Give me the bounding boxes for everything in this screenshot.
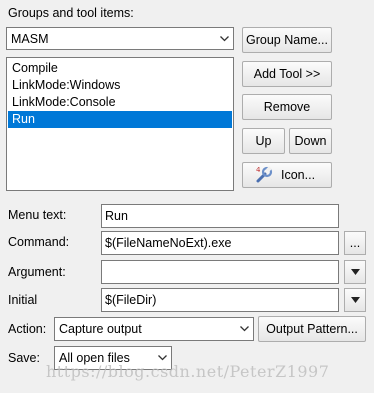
group-select-value: MASM: [11, 31, 49, 46]
action-select-value: Capture output: [59, 322, 142, 336]
list-item[interactable]: LinkMode:Console: [8, 94, 232, 111]
initial-dropdown-button[interactable]: [344, 288, 366, 312]
command-label: Command:: [8, 235, 70, 249]
command-browse-button[interactable]: ...: [344, 231, 366, 255]
save-label: Save:: [8, 351, 40, 365]
add-tool-button[interactable]: Add Tool >>: [242, 61, 332, 87]
chevron-down-icon: [350, 297, 360, 303]
initial-field[interactable]: $(FileDir): [101, 288, 339, 312]
chevron-down-icon: [158, 355, 167, 361]
remove-button[interactable]: Remove: [242, 94, 332, 120]
command-field[interactable]: $(FileNameNoExt).exe: [101, 231, 339, 255]
up-button[interactable]: Up: [242, 128, 285, 154]
list-item-selected[interactable]: Run: [8, 111, 232, 128]
group-name-button[interactable]: Group Name...: [242, 27, 332, 53]
chevron-down-icon: [240, 326, 249, 332]
groups-label: Groups and tool items:: [8, 6, 134, 20]
argument-dropdown-button[interactable]: [344, 260, 366, 284]
wrench-icon: 4: [256, 166, 273, 183]
menu-text-field[interactable]: Run: [101, 204, 339, 228]
argument-field[interactable]: [101, 260, 339, 284]
tool-list[interactable]: Compile LinkMode:Windows LinkMode:Consol…: [6, 57, 234, 191]
output-pattern-button[interactable]: Output Pattern...: [258, 316, 366, 342]
argument-label: Argument:: [8, 265, 66, 279]
group-select[interactable]: MASM: [6, 27, 234, 50]
chevron-down-icon: [350, 269, 360, 275]
action-label: Action:: [8, 322, 47, 336]
chevron-down-icon: [220, 35, 229, 41]
action-select[interactable]: Capture output: [54, 317, 254, 341]
watermark: https://blog.csdn.net/PeterZ1997: [46, 362, 330, 381]
list-item[interactable]: Compile: [8, 60, 232, 77]
initial-label: Initial: [8, 293, 38, 307]
down-button[interactable]: Down: [289, 128, 332, 154]
list-item[interactable]: LinkMode:Windows: [8, 77, 232, 94]
icon-button-label: Icon...: [281, 168, 316, 182]
icon-button[interactable]: 4 Icon...: [242, 162, 332, 188]
svg-text:4: 4: [256, 166, 261, 174]
menu-text-label: Menu text:: [8, 208, 67, 222]
